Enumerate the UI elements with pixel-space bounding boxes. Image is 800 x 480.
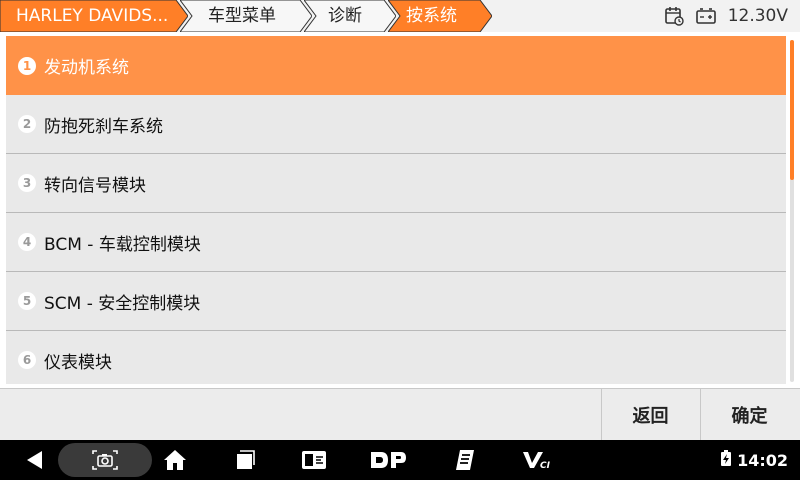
item-number-badge: 6 bbox=[18, 351, 36, 369]
breadcrumb-item-model-menu[interactable]: 车型菜单 bbox=[180, 0, 312, 32]
svg-text:CI: CI bbox=[540, 461, 551, 471]
battery-charging-icon bbox=[721, 450, 732, 470]
item-label: SCM - 安全控制模块 bbox=[44, 293, 201, 314]
item-label: 仪表模块 bbox=[44, 352, 112, 373]
list-item[interactable]: 2 防抱死刹车系统 bbox=[6, 95, 786, 154]
system-list-panel: 1 发动机系统 2 防抱死刹车系统 3 转向信号模块 4 BCM - 车载控制模… bbox=[0, 32, 800, 388]
list-item[interactable]: 4 BCM - 车载控制模块 bbox=[6, 213, 786, 272]
item-label: 防抱死刹车系统 bbox=[44, 116, 163, 137]
screenshot-camera-icon[interactable] bbox=[90, 440, 120, 480]
status-area: 12.30V bbox=[664, 0, 788, 32]
system-list[interactable]: 1 发动机系统 2 防抱死刹车系统 3 转向信号模块 4 BCM - 车载控制模… bbox=[6, 36, 786, 384]
scrollbar-thumb[interactable] bbox=[790, 40, 794, 180]
list-scrollbar[interactable] bbox=[790, 40, 794, 382]
clock-time: 14:02 bbox=[737, 450, 788, 470]
item-number-badge: 1 bbox=[18, 56, 36, 75]
action-bar: 返回 确定 bbox=[0, 388, 800, 441]
back-button[interactable]: 返回 bbox=[601, 389, 699, 441]
voltage-readout: 12.30V bbox=[727, 6, 788, 26]
calendar-clock-icon[interactable] bbox=[664, 6, 684, 26]
ok-button[interactable]: 确定 bbox=[700, 389, 798, 441]
breadcrumb-item-model-menu-label: 车型菜单 bbox=[208, 6, 276, 26]
dp-logo-icon[interactable] bbox=[366, 440, 410, 480]
breadcrumb-bar: HARLEY DAVIDS... 车型菜单 诊断 按系统 12.30V bbox=[0, 0, 800, 33]
vci-logo-icon[interactable]: CI bbox=[520, 440, 554, 480]
item-label: 发动机系统 bbox=[44, 58, 129, 78]
item-label: 转向信号模块 bbox=[44, 175, 146, 196]
list-item[interactable]: 5 SCM - 安全控制模块 bbox=[6, 272, 786, 331]
report-document-icon[interactable] bbox=[450, 440, 480, 480]
battery-icon bbox=[695, 8, 716, 24]
item-number-badge: 3 bbox=[18, 174, 36, 192]
breadcrumb-item-vehicle[interactable]: HARLEY DAVIDS... bbox=[0, 0, 188, 32]
wifi-icon bbox=[699, 451, 715, 470]
item-number-badge: 4 bbox=[18, 233, 36, 251]
nav-status-area: 14:02 bbox=[699, 440, 788, 480]
breadcrumb-item-by-system[interactable]: 按系统 bbox=[388, 0, 492, 32]
item-number-badge: 5 bbox=[18, 292, 36, 310]
back-triangle-icon[interactable] bbox=[20, 440, 50, 480]
remote-display-icon[interactable] bbox=[298, 440, 330, 480]
breadcrumb-item-vehicle-label: HARLEY DAVIDS... bbox=[16, 6, 169, 26]
list-item[interactable]: 3 转向信号模块 bbox=[6, 154, 786, 213]
breadcrumb-item-diagnosis-label: 诊断 bbox=[328, 6, 362, 26]
list-item[interactable]: 6 仪表模块 bbox=[6, 331, 786, 384]
item-number-badge: 2 bbox=[18, 115, 36, 133]
breadcrumb-item-by-system-label: 按系统 bbox=[406, 6, 457, 26]
breadcrumb-item-diagnosis[interactable]: 诊断 bbox=[304, 0, 396, 32]
recent-apps-icon[interactable] bbox=[230, 440, 260, 480]
item-label: BCM - 车载控制模块 bbox=[44, 234, 201, 255]
system-nav-bar: CI 14:02 bbox=[0, 440, 800, 480]
home-icon[interactable] bbox=[160, 440, 190, 480]
list-item[interactable]: 1 发动机系统 bbox=[6, 36, 786, 95]
